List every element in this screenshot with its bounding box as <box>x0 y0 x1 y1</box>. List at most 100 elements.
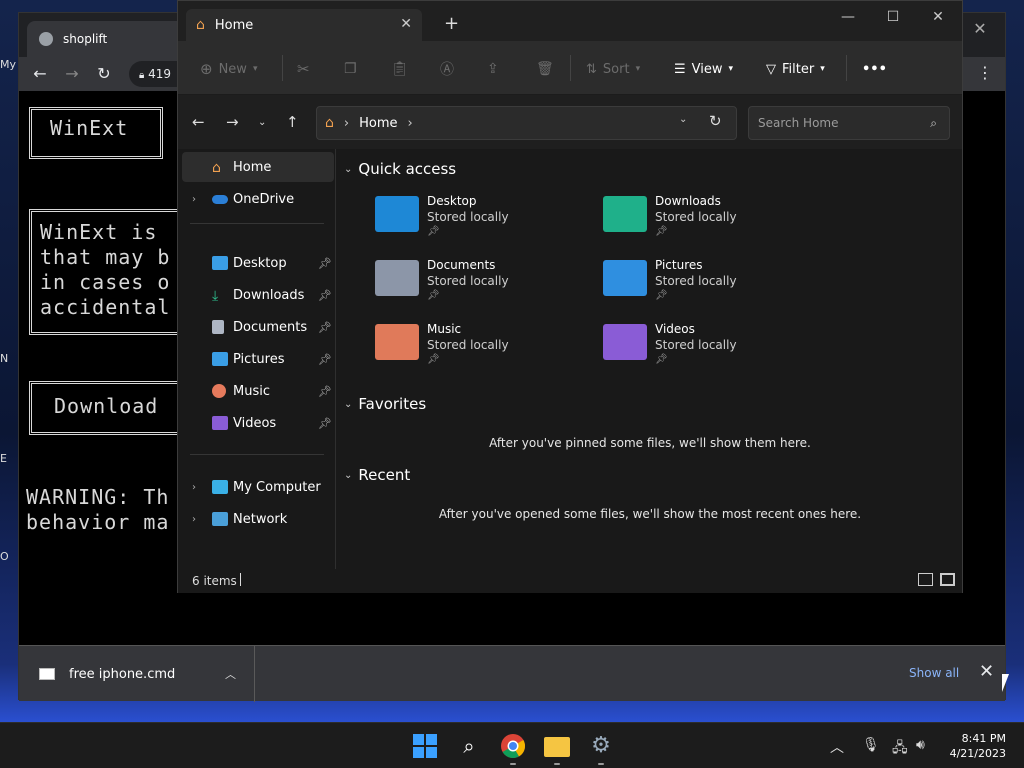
chevron-up-icon[interactable]: ︿ <box>830 737 844 757</box>
nav-item-videos[interactable]: Videos 📌︎ <box>178 408 334 438</box>
pin-icon[interactable]: 📌︎ <box>318 289 332 302</box>
pin-icon[interactable]: 📌︎ <box>318 385 332 398</box>
explorer-tab[interactable]: ⌂ Home ✕ <box>186 9 422 41</box>
download-button[interactable]: Download <box>29 381 199 435</box>
chevron-right-icon[interactable]: › <box>192 194 196 205</box>
nav-item-music[interactable]: Music 📌︎ <box>178 376 334 406</box>
home-icon: ⌂ <box>212 160 221 176</box>
more-options-icon[interactable]: ••• <box>862 59 887 79</box>
item-subtitle: Stored locally <box>427 274 509 288</box>
settings-gear-icon[interactable]: ⚙ <box>588 733 614 759</box>
back-arrow-icon[interactable]: ← <box>192 113 205 131</box>
quick-access-pictures[interactable]: Pictures Stored locally 📌︎ <box>603 258 803 318</box>
browser-tab[interactable]: shoplift <box>27 21 187 57</box>
nav-item-desktop[interactable]: Desktop 📌︎ <box>178 248 334 278</box>
address-bar[interactable]: ⌂ › Home › <box>316 106 737 140</box>
microphone-icon[interactable]: 🎙︎ <box>862 737 880 753</box>
copy-icon[interactable]: ❐ <box>344 59 357 79</box>
favorites-header[interactable]: ⌄ Favorites <box>344 395 426 413</box>
large-icons-view-icon[interactable] <box>940 573 955 586</box>
maximize-button[interactable]: ☐ <box>873 5 913 29</box>
kebab-menu-icon[interactable]: ⋮ <box>975 63 995 82</box>
desktop-icon-label[interactable]: E <box>0 452 18 465</box>
chevron-down-icon: ⌄ <box>344 398 353 410</box>
volume-icon[interactable]: 🔊︎ <box>916 737 925 753</box>
globe-icon <box>39 32 53 46</box>
desktop-icon-label[interactable]: My <box>0 58 18 71</box>
chrome-logo <box>501 734 526 759</box>
pin-icon[interactable]: 📌︎ <box>318 321 332 334</box>
quick-access-videos[interactable]: Videos Stored locally 📌︎ <box>603 322 803 382</box>
desktop-icon-label[interactable]: N <box>0 352 18 365</box>
filter-button[interactable]: ▽ Filter ▾ <box>766 59 825 79</box>
section-title: Recent <box>358 466 411 484</box>
start-button[interactable] <box>412 733 438 759</box>
rename-icon[interactable]: Ⓐ <box>440 59 454 79</box>
filter-icon: ▽ <box>766 61 776 77</box>
browser-close-button[interactable]: ✕ <box>965 17 995 41</box>
item-subtitle: Stored locally <box>427 338 509 352</box>
minimize-button[interactable]: — <box>828 5 868 29</box>
quick-access-music[interactable]: Music Stored locally 📌︎ <box>375 322 575 382</box>
item-subtitle: Stored locally <box>427 210 509 224</box>
close-window-button[interactable]: ✕ <box>918 5 958 29</box>
content-area: ⌄ Quick access Desktop Stored locally 📌︎… <box>338 149 962 569</box>
network-icon[interactable]: 🖧︎ <box>892 737 908 761</box>
forward-arrow-icon[interactable]: → <box>61 63 83 85</box>
home-icon: ⌂ <box>196 17 205 33</box>
recent-locations-icon[interactable]: ⌄ <box>258 117 266 128</box>
close-tab-icon[interactable]: ✕ <box>400 16 412 32</box>
new-tab-button[interactable]: + <box>444 13 459 34</box>
forward-arrow-icon[interactable]: → <box>226 113 239 131</box>
pin-icon[interactable]: 📌︎ <box>318 257 332 270</box>
quick-access-documents[interactable]: Documents Stored locally 📌︎ <box>375 258 575 318</box>
chevron-down-icon[interactable]: ⌄ <box>679 114 687 125</box>
view-button[interactable]: ☰ View ▾ <box>674 59 733 79</box>
chevron-right-icon[interactable]: › <box>192 514 196 525</box>
show-all-link[interactable]: Show all <box>909 666 959 680</box>
breadcrumb-home[interactable]: Home <box>359 116 397 131</box>
chrome-icon[interactable] <box>500 733 526 759</box>
nav-item-onedrive[interactable]: › OneDrive <box>178 184 334 214</box>
nav-item-network[interactable]: › Network <box>178 504 334 534</box>
clock[interactable]: 8:41 PM 4/21/2023 <box>946 731 1006 761</box>
pin-icon[interactable]: 📌︎ <box>318 353 332 366</box>
cut-icon[interactable]: ✂ <box>297 59 310 79</box>
chevron-up-icon[interactable]: ︿ <box>225 666 236 682</box>
sort-button[interactable]: ⇅ Sort ▾ <box>586 59 640 79</box>
refresh-icon[interactable]: ↻ <box>709 112 722 130</box>
reload-icon[interactable]: ↻ <box>93 63 115 85</box>
back-arrow-icon[interactable]: ← <box>29 63 51 85</box>
nav-item-downloads[interactable]: ⤓ Downloads 📌︎ <box>178 280 334 310</box>
pin-icon: 📌︎ <box>655 290 668 301</box>
warning-text: WARNING: Th behavior ma <box>26 485 170 534</box>
nav-item-documents[interactable]: Documents 📌︎ <box>178 312 334 342</box>
new-button[interactable]: ⊕ New ▾ <box>200 59 257 79</box>
quick-access-downloads[interactable]: Downloads Stored locally 📌︎ <box>603 194 803 254</box>
command-bar: ⊕ New ▾ ✂ ❐ 📋︎ Ⓐ ⇪ 🗑︎ ⇅ Sort ▾ ☰ View ▾ … <box>178 41 962 95</box>
quick-access-header[interactable]: ⌄ Quick access <box>344 160 456 178</box>
pin-icon[interactable]: 📌︎ <box>318 417 332 430</box>
running-indicator <box>598 763 604 765</box>
chevron-right-icon[interactable]: › <box>192 482 196 493</box>
quick-access-desktop[interactable]: Desktop Stored locally 📌︎ <box>375 194 575 254</box>
recent-header[interactable]: ⌄ Recent <box>344 466 410 484</box>
search-icon[interactable]: ⌕ <box>456 733 482 759</box>
download-item[interactable]: free iphone.cmd <box>19 646 255 702</box>
search-input[interactable]: Search Home ⌕ <box>748 106 950 140</box>
paste-icon[interactable]: 📋︎ <box>391 59 409 79</box>
nav-item-pictures[interactable]: Pictures 📌︎ <box>178 344 334 374</box>
up-arrow-icon[interactable]: ↑ <box>286 113 299 131</box>
delete-icon[interactable]: 🗑︎ <box>536 59 554 79</box>
share-icon[interactable]: ⇪ <box>487 59 499 79</box>
pin-icon: 📌︎ <box>655 354 668 365</box>
nav-label: Music <box>233 383 270 399</box>
desktop-icon-label[interactable]: O <box>0 550 18 563</box>
file-explorer-icon[interactable] <box>544 737 570 757</box>
close-shelf-icon[interactable]: ✕ <box>979 661 994 682</box>
plus-circle-icon: ⊕ <box>200 60 213 78</box>
details-view-icon[interactable] <box>918 573 933 586</box>
nav-item-my-computer[interactable]: › My Computer <box>178 472 334 502</box>
item-count: 6 items <box>192 574 237 588</box>
nav-item-home[interactable]: ⌂ Home <box>182 152 334 182</box>
